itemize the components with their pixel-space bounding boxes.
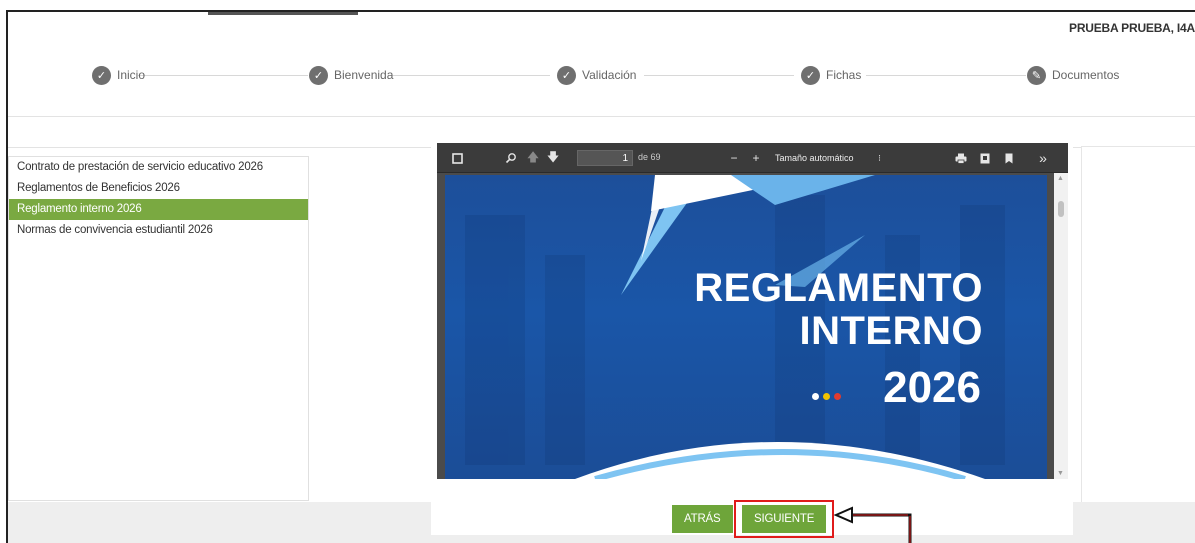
step-label: Bienvenida	[334, 68, 394, 82]
zoom-out-icon[interactable]: −	[727, 149, 741, 167]
user-name[interactable]: PRUEBA PRUEBA, I4A	[1069, 21, 1195, 35]
active-tab-indicator	[208, 12, 358, 15]
step-fichas[interactable]: ✓ Fichas	[801, 64, 861, 86]
check-icon: ✓	[309, 65, 328, 85]
search-icon[interactable]	[503, 149, 519, 167]
document-item-reglamento-interno[interactable]: Reglamento interno 2026	[9, 199, 308, 220]
dot	[823, 393, 830, 400]
step-documentos[interactable]: ✎ Documentos	[1027, 64, 1119, 86]
step-connector	[866, 75, 1026, 76]
page-number-input[interactable]	[577, 150, 633, 166]
zoom-in-icon[interactable]: +	[749, 149, 763, 167]
document-item-contrato[interactable]: Contrato de prestación de servicio educa…	[9, 157, 308, 178]
previous-page-icon[interactable]: 🡅	[525, 149, 541, 167]
pdf-cover-year: 2026	[883, 363, 981, 412]
zoom-select[interactable]: Tamaño automático ⁝	[769, 150, 887, 166]
back-button[interactable]: ATRÁS	[672, 505, 733, 533]
step-validacion[interactable]: ✓ Validación	[557, 64, 636, 86]
pdf-cover-title-line2: INTERNO	[799, 309, 983, 353]
pdf-cover-title-line1: REGLAMENTO	[694, 266, 983, 310]
step-bienvenida[interactable]: ✓ Bienvenida	[309, 64, 393, 86]
scroll-thumb[interactable]	[1058, 201, 1064, 217]
step-connector	[138, 75, 308, 76]
pdf-viewer: 🡅 🡇 de 69 − + Tamaño automático ⁝ »	[437, 143, 1068, 479]
bookmark-icon[interactable]	[1001, 149, 1017, 167]
page-count: de 69	[638, 152, 661, 162]
next-page-icon[interactable]: 🡇	[545, 149, 561, 167]
document-list: Contrato de prestación de servicio educa…	[8, 156, 309, 501]
document-item-normas-convivencia[interactable]: Normas de convivencia estudiantil 2026	[9, 220, 308, 241]
check-icon: ✓	[801, 65, 820, 85]
tools-menu-icon[interactable]: »	[1035, 149, 1051, 167]
step-inicio[interactable]: ✓ Inicio	[92, 64, 145, 86]
pencil-icon: ✎	[1027, 65, 1046, 85]
progress-stepper: ✓ Inicio ✓ Bienvenida ✓ Validación ✓ Fic…	[8, 42, 1195, 117]
step-label: Documentos	[1052, 68, 1120, 82]
check-icon: ✓	[92, 65, 111, 85]
scroll-down-icon[interactable]: ▼	[1057, 470, 1064, 477]
step-connector	[390, 75, 550, 76]
sidebar-toggle-icon[interactable]	[449, 149, 465, 167]
step-label: Fichas	[826, 68, 862, 82]
next-button[interactable]: SIGUIENTE	[742, 505, 827, 533]
zoom-label: Tamaño automático	[775, 153, 854, 163]
step-connector	[644, 75, 794, 76]
document-item-beneficios[interactable]: Reglamentos de Beneficios 2026	[9, 178, 308, 199]
step-label: Validación	[582, 68, 637, 82]
pdf-scrollbar[interactable]: ▲ ▼	[1054, 173, 1068, 479]
download-icon[interactable]	[977, 149, 993, 167]
annotation-arrow	[834, 506, 912, 543]
pdf-page: REGLAMENTO INTERNO 2026	[445, 175, 1047, 479]
print-icon[interactable]	[953, 149, 969, 167]
chevron-updown-icon: ⁝	[878, 152, 881, 163]
step-label: Inicio	[117, 68, 146, 82]
right-panel	[1081, 146, 1195, 502]
dot	[812, 393, 819, 400]
pdf-cover-title: REGLAMENTO INTERNO	[694, 267, 983, 353]
top-bar: PRUEBA PRUEBA, I4A	[8, 12, 1195, 42]
decorative-dots	[812, 393, 841, 400]
check-icon: ✓	[557, 65, 576, 85]
scroll-up-icon[interactable]: ▲	[1057, 175, 1064, 182]
pdf-toolbar: 🡅 🡇 de 69 − + Tamaño automático ⁝ »	[437, 143, 1068, 173]
dot	[834, 393, 841, 400]
